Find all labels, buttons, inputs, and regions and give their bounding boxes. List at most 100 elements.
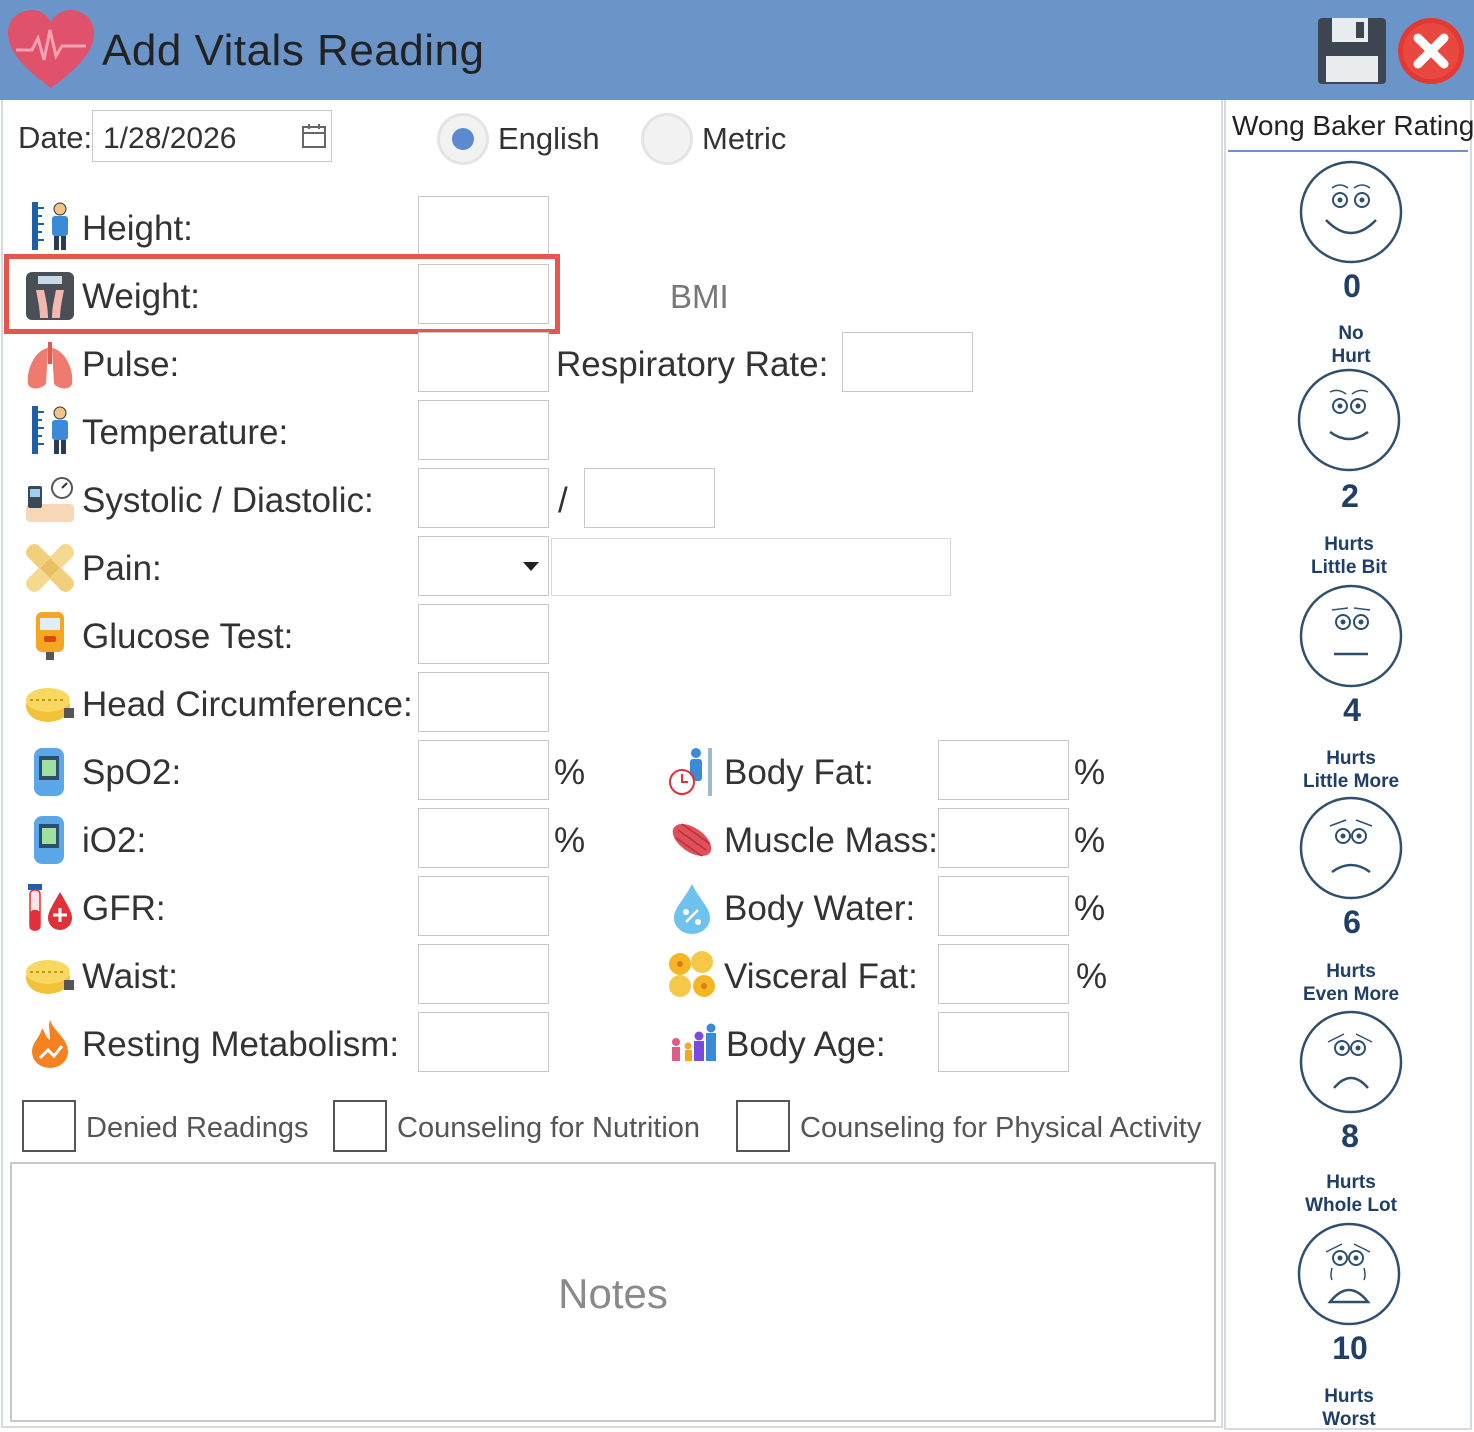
chevron-down-icon	[523, 562, 539, 571]
spo2-input[interactable]	[418, 740, 549, 800]
glucose-meter-icon	[36, 612, 64, 660]
face-10-value: 10	[1332, 1330, 1368, 1366]
face-10-desc-1: Hurts	[1324, 1386, 1374, 1407]
face-0-desc-2: Hurt	[1331, 346, 1371, 367]
close-icon[interactable]	[1396, 16, 1466, 86]
waist-label: Waist:	[82, 957, 178, 996]
face-2-desc-2: Little Bit	[1311, 557, 1387, 578]
face-0-icon[interactable]	[1298, 160, 1404, 264]
muscle-mass-percent: %	[1074, 821, 1106, 860]
muscle-mass-input[interactable]	[938, 808, 1069, 868]
oximeter-icon	[34, 816, 64, 864]
face-6-value: 6	[1343, 904, 1361, 940]
resting-metabolism-label: Resting Metabolism:	[82, 1025, 400, 1064]
counseling-nutrition-checkbox[interactable]	[333, 1100, 387, 1152]
face-10-icon[interactable]	[1296, 1222, 1402, 1326]
radio-english[interactable]	[440, 116, 486, 162]
visceral-fat-input[interactable]	[938, 944, 1069, 1004]
muscle-mass-label: Muscle Mass:	[724, 821, 938, 860]
metric-label: Metric	[702, 121, 787, 156]
height-input[interactable]	[418, 196, 549, 256]
floppy-disk-icon[interactable]	[1316, 16, 1388, 86]
face-2-value: 2	[1341, 478, 1359, 514]
temperature-input[interactable]	[418, 400, 549, 460]
face-8-desc-2: Whole Lot	[1305, 1195, 1397, 1216]
calendar-icon[interactable]	[301, 123, 327, 149]
body-age-label: Body Age:	[726, 1025, 886, 1064]
wong-baker-underline	[1228, 150, 1468, 152]
window-title: Add Vitals Reading	[102, 26, 485, 75]
face-4-icon[interactable]	[1298, 584, 1404, 688]
respiratory-rate-label: Respiratory Rate:	[556, 345, 829, 384]
face-6-icon[interactable]	[1298, 796, 1404, 900]
pain-note-input[interactable]	[551, 538, 951, 596]
visceral-fat-icon	[669, 951, 715, 997]
spo2-percent: %	[554, 753, 586, 792]
notes-placeholder: Notes	[558, 1270, 668, 1317]
waist-input[interactable]	[418, 944, 549, 1004]
english-label: English	[498, 121, 600, 156]
face-2-desc-1: Hurts	[1324, 534, 1374, 555]
height-measure-icon	[32, 202, 68, 250]
face-6-desc-1: Hurts	[1326, 961, 1376, 982]
pulse-label: Pulse:	[82, 345, 180, 384]
face-8-icon[interactable]	[1298, 1010, 1404, 1114]
io2-label: iO2:	[82, 821, 147, 860]
diastolic-input[interactable]	[584, 468, 715, 528]
body-fat-input[interactable]	[938, 740, 1069, 800]
glucose-input[interactable]	[418, 604, 549, 664]
bandage-icon	[26, 544, 74, 592]
face-0-value: 0	[1343, 268, 1361, 304]
visceral-fat-percent: %	[1076, 957, 1108, 996]
radio-metric[interactable]	[644, 116, 690, 162]
face-4-desc-2: Little More	[1302, 771, 1400, 792]
body-water-input[interactable]	[938, 876, 1069, 936]
head-circumference-input[interactable]	[418, 672, 549, 732]
gfr-input[interactable]	[418, 876, 549, 936]
head-circumference-label: Head Circumference:	[82, 685, 413, 724]
face-0-desc-1: No	[1338, 323, 1364, 344]
thermometer-person-icon	[32, 406, 68, 454]
height-label: Height:	[82, 209, 193, 248]
lungs-icon	[27, 342, 73, 389]
body-fat-percent: %	[1074, 753, 1106, 792]
date-picker[interactable]: 1/28/2026	[92, 110, 332, 162]
respiratory-rate-input[interactable]	[842, 332, 973, 392]
tape-measure-icon	[26, 960, 74, 994]
face-4-value: 4	[1343, 692, 1361, 728]
pain-label: Pain:	[82, 549, 162, 588]
pulse-input[interactable]	[418, 332, 549, 392]
radio-selected-dot	[452, 128, 474, 150]
io2-input[interactable]	[418, 808, 549, 868]
denied-readings-checkbox[interactable]	[22, 1100, 76, 1152]
face-2-icon[interactable]	[1296, 368, 1402, 472]
body-water-label: Body Water:	[724, 889, 916, 928]
bmi-label: BMI	[670, 278, 729, 315]
tape-measure-icon	[26, 688, 74, 722]
date-label: Date:	[18, 120, 93, 155]
systolic-input[interactable]	[418, 468, 549, 528]
face-8-desc-1: Hurts	[1326, 1172, 1376, 1193]
notes-textarea[interactable]: Notes	[10, 1162, 1216, 1422]
bp-separator: /	[558, 481, 568, 520]
oximeter-icon	[34, 748, 64, 796]
glucose-label: Glucose Test:	[82, 617, 294, 656]
date-value: 1/28/2026	[103, 122, 237, 155]
wong-baker-title: Wong Baker Rating	[1232, 110, 1474, 141]
io2-percent: %	[554, 821, 586, 860]
water-drop-icon	[674, 884, 710, 934]
face-6-desc-2: Even More	[1302, 984, 1400, 1005]
spo2-label: SpO2:	[82, 753, 182, 792]
blood-pressure-icon	[26, 477, 74, 522]
weight-scale-icon	[26, 272, 74, 320]
counseling-physical-checkbox[interactable]	[736, 1100, 790, 1152]
pain-dropdown[interactable]	[418, 536, 549, 596]
body-age-input[interactable]	[938, 1012, 1069, 1072]
face-10-desc-2: Worst	[1322, 1409, 1376, 1430]
family-icon	[672, 1023, 716, 1061]
weight-input[interactable]	[418, 264, 549, 324]
temperature-label: Temperature:	[82, 413, 289, 452]
muscle-icon	[672, 823, 712, 857]
resting-metabolism-input[interactable]	[418, 1012, 549, 1072]
face-4-desc-1: Hurts	[1326, 748, 1376, 769]
